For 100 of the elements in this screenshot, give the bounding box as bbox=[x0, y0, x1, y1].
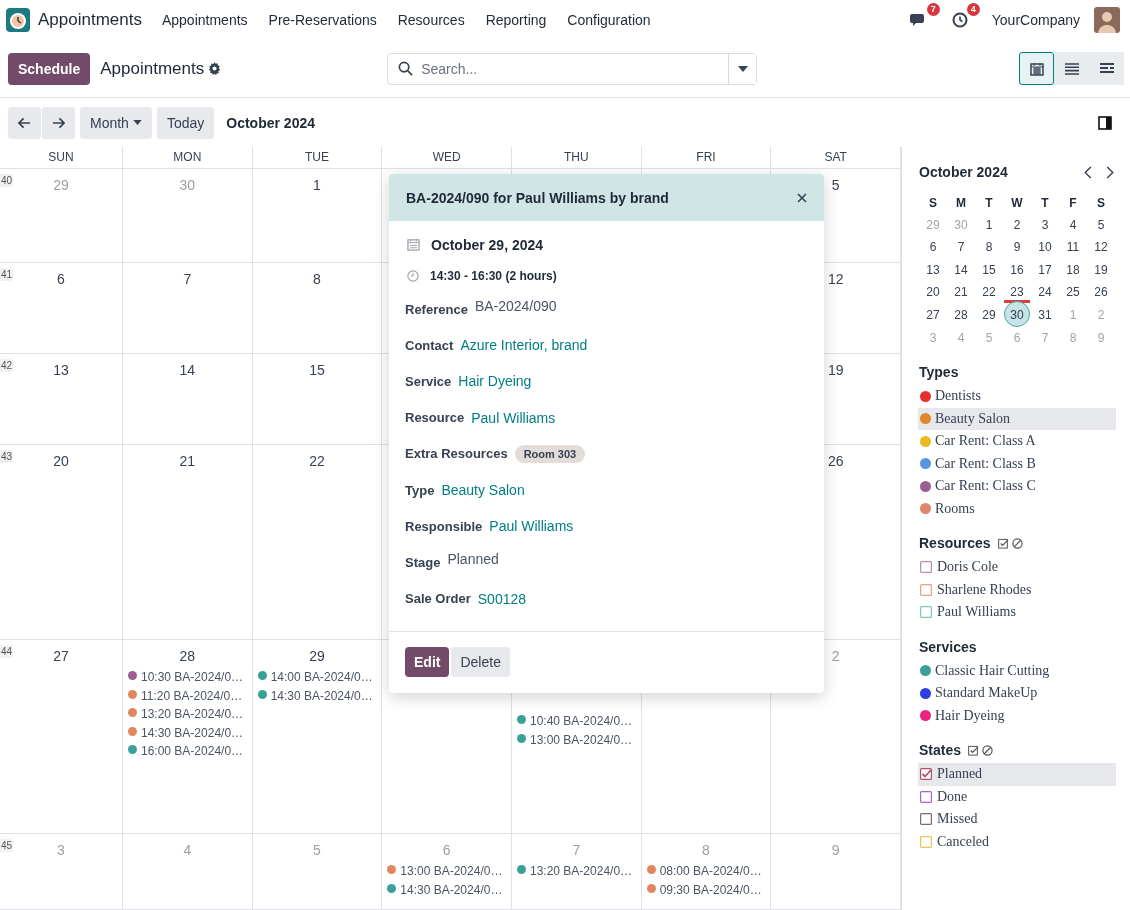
filter-item[interactable]: Classic Hair Cutting bbox=[918, 659, 1116, 683]
filter-item[interactable]: Beauty Salon bbox=[918, 407, 1116, 431]
mini-calendar-day[interactable]: 7 bbox=[948, 236, 974, 259]
mini-calendar-day[interactable]: 17 bbox=[1032, 258, 1058, 281]
day-cell[interactable]: 45 3 bbox=[0, 834, 123, 910]
filter-item[interactable]: Car Rent: Class B bbox=[918, 452, 1116, 476]
calendar-event[interactable]: 10:30 BA-2024/0… bbox=[123, 670, 252, 689]
menu-item[interactable]: Configuration bbox=[567, 12, 651, 28]
mini-calendar-day[interactable]: 20 bbox=[920, 281, 946, 304]
calendar-event[interactable]: 14:30 BA-2024/0… bbox=[382, 882, 511, 902]
filter-item[interactable]: Car Rent: Class A bbox=[918, 430, 1116, 453]
menu-item[interactable]: Appointments bbox=[161, 12, 248, 28]
select-all-icon[interactable] bbox=[968, 744, 980, 756]
mini-calendar-day[interactable]: 16 bbox=[1004, 258, 1030, 281]
day-cell[interactable]: 1 bbox=[252, 169, 383, 263]
mini-calendar-day[interactable]: 15 bbox=[976, 258, 1002, 281]
next-button[interactable] bbox=[42, 106, 75, 139]
mini-calendar-day[interactable]: 19 bbox=[1088, 258, 1114, 281]
checkbox[interactable] bbox=[920, 768, 932, 781]
checkbox[interactable] bbox=[920, 790, 932, 803]
filter-item[interactable]: Sharlene Rhodes bbox=[918, 578, 1116, 602]
mini-calendar-day[interactable]: 2 bbox=[1004, 213, 1030, 236]
mini-calendar-day[interactable]: 1 bbox=[976, 213, 1002, 236]
filter-item[interactable]: Done bbox=[918, 785, 1116, 809]
day-cell[interactable]: 29 14:00 BA-2024/0… 14:30 BA-2024/0… bbox=[252, 640, 383, 834]
field-link[interactable]: Azure Interior, brand bbox=[460, 337, 588, 354]
calendar-event[interactable]: 10:40 BA-2024/0… bbox=[512, 714, 641, 733]
day-cell[interactable]: 21 bbox=[123, 445, 253, 640]
mini-calendar-day[interactable]: 4 bbox=[1060, 213, 1086, 236]
previous-button[interactable] bbox=[8, 106, 41, 139]
today-button[interactable]: Today bbox=[156, 106, 215, 139]
calendar-event[interactable]: 16:00 BA-2024/0… bbox=[123, 744, 252, 763]
day-cell[interactable]: 14 bbox=[123, 354, 253, 445]
menu-item[interactable]: Reporting bbox=[485, 12, 547, 28]
chevron-right-icon[interactable] bbox=[1106, 165, 1114, 179]
clock-logo-icon[interactable] bbox=[6, 8, 30, 32]
calendar-event[interactable]: 14:30 BA-2024/0… bbox=[123, 725, 252, 745]
calendar-event[interactable]: 13:00 BA-2024/0… bbox=[512, 732, 641, 752]
search-field[interactable]: Search... bbox=[387, 52, 758, 85]
mini-calendar-day[interactable]: 3 bbox=[1032, 213, 1058, 236]
day-cell[interactable]: 8 08:00 BA-2024/0… 09:30 BA-2024/0… bbox=[641, 834, 772, 910]
checkbox[interactable] bbox=[920, 835, 932, 848]
calendar-event[interactable]: 11:20 BA-2024/0… bbox=[123, 688, 252, 708]
mini-calendar-day[interactable]: 8 bbox=[976, 236, 1002, 259]
calendar-event[interactable]: 14:00 BA-2024/0… bbox=[252, 670, 382, 689]
mini-calendar-day[interactable]: 31 bbox=[1032, 303, 1058, 326]
calendar-event[interactable]: 13:00 BA-2024/0… bbox=[382, 864, 511, 883]
menu-item[interactable]: Pre-Reservations bbox=[268, 12, 377, 28]
mini-calendar-day[interactable]: 11 bbox=[1060, 236, 1086, 259]
calendar-event[interactable]: 09:30 BA-2024/0… bbox=[641, 882, 771, 902]
app-name[interactable]: Appointments bbox=[38, 10, 142, 30]
settings-icon[interactable] bbox=[208, 62, 222, 75]
calendar-event[interactable]: 14:30 BA-2024/0… bbox=[252, 688, 382, 708]
day-cell[interactable]: 8 bbox=[252, 263, 383, 354]
filter-item[interactable]: Standard MakeUp bbox=[918, 682, 1116, 705]
day-cell[interactable]: 7 bbox=[123, 263, 253, 354]
clock-icon[interactable] bbox=[951, 12, 968, 28]
day-cell[interactable]: 6 13:00 BA-2024/0… 14:30 BA-2024/0… bbox=[382, 834, 512, 910]
select-none-icon[interactable] bbox=[982, 744, 994, 756]
filter-item[interactable]: Car Rent: Class C bbox=[918, 475, 1116, 498]
mini-calendar-day[interactable]: 18 bbox=[1060, 258, 1086, 281]
mini-calendar-day[interactable]: 6 bbox=[920, 236, 946, 259]
mini-calendar-day[interactable]: 27 bbox=[920, 303, 946, 326]
filter-item[interactable]: Dentists bbox=[918, 385, 1116, 408]
day-cell[interactable]: 41 6 bbox=[0, 263, 123, 354]
mini-calendar-day[interactable]: 14 bbox=[948, 258, 974, 281]
calendar-event[interactable]: 13:20 BA-2024/0… bbox=[123, 707, 252, 726]
filter-item[interactable]: Canceled bbox=[918, 830, 1116, 854]
field-link[interactable]: Beauty Salon bbox=[441, 482, 525, 499]
mini-calendar-day[interactable]: 29 bbox=[976, 303, 1002, 326]
chevron-left-icon[interactable] bbox=[1084, 165, 1092, 179]
day-cell[interactable]: 28 10:30 BA-2024/0… 11:20 BA-2024/0… 13:20 BA-2024/0… 14:30 BA-2024/0… 16:00 BA-2024/0… bbox=[123, 640, 253, 834]
edit-button[interactable]: Edit bbox=[405, 646, 450, 677]
select-all-icon[interactable] bbox=[997, 537, 1009, 549]
avatar-icon[interactable] bbox=[1094, 7, 1120, 33]
checkbox[interactable] bbox=[920, 813, 932, 826]
mini-calendar-day[interactable]: 25 bbox=[1060, 281, 1086, 304]
filter-item[interactable]: Doris Cole bbox=[918, 556, 1116, 579]
field-link[interactable]: Paul Williams bbox=[471, 409, 556, 426]
day-cell[interactable]: 22 bbox=[252, 445, 383, 640]
checkbox[interactable] bbox=[920, 606, 932, 619]
day-cell[interactable]: 43 20 bbox=[0, 445, 123, 640]
mini-calendar-day[interactable]: 12 bbox=[1088, 236, 1114, 259]
field-link[interactable]: Hair Dyeing bbox=[458, 373, 532, 390]
filter-item[interactable]: Hair Dyeing bbox=[918, 704, 1116, 728]
mini-calendar-day[interactable]: 9 bbox=[1004, 236, 1030, 259]
calendar-event[interactable]: 08:00 BA-2024/0… bbox=[641, 864, 771, 883]
calendar-event[interactable]: 13:20 BA-2024/0… bbox=[512, 864, 641, 883]
mini-calendar-day[interactable]: 13 bbox=[920, 258, 946, 281]
filter-item[interactable]: Rooms bbox=[918, 497, 1116, 521]
mini-calendar-day[interactable]: 26 bbox=[1088, 281, 1114, 304]
filter-item[interactable]: Planned bbox=[918, 763, 1116, 786]
mini-calendar-day[interactable]: 24 bbox=[1032, 281, 1058, 304]
mini-calendar-day[interactable]: 22 bbox=[976, 281, 1002, 304]
field-link[interactable]: S00128 bbox=[477, 590, 527, 607]
select-none-icon[interactable] bbox=[1011, 537, 1023, 549]
view-button[interactable] bbox=[1019, 52, 1054, 85]
day-cell[interactable]: 7 13:20 BA-2024/0… bbox=[512, 834, 642, 910]
menu-item[interactable]: Resources bbox=[397, 12, 465, 28]
filter-item[interactable]: Missed bbox=[918, 808, 1116, 831]
